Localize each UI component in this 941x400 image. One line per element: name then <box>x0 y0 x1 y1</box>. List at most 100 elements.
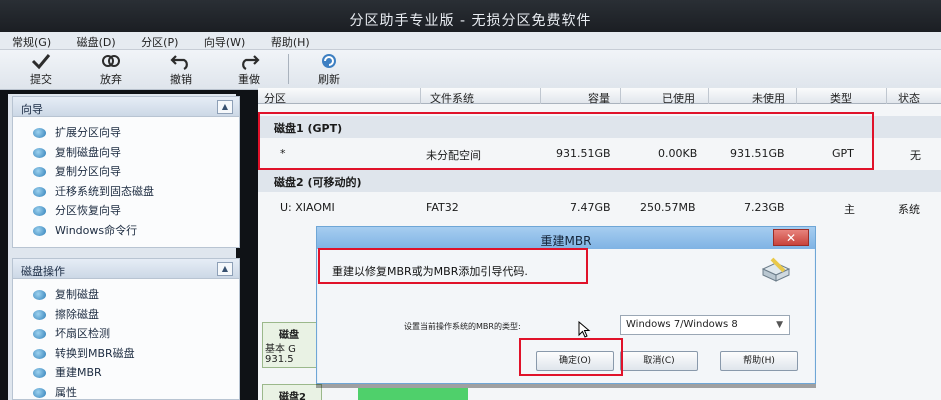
cell-status: 无 <box>910 149 921 162</box>
disk-map-card[interactable]: 磁盘 基本 G 931.5 <box>262 322 322 368</box>
menu-partition[interactable]: 分区(P) <box>141 32 178 50</box>
menu-wizard[interactable]: 向导(W) <box>204 32 245 50</box>
cancel-button[interactable]: 取消(C) <box>620 351 698 371</box>
mbr-type-label: 设置当前操作系统的MBR的类型: <box>404 322 521 331</box>
menu-general[interactable]: 常规(G) <box>12 32 51 50</box>
undo-icon <box>170 55 188 70</box>
sidebar-item-label: 转换到MBR磁盘 <box>55 346 135 360</box>
disk-icon <box>33 329 46 339</box>
disk-icon <box>33 290 46 300</box>
sidebar-item-properties[interactable]: 属性 <box>13 383 239 400</box>
cell-unused: 7.23GB <box>744 201 785 214</box>
refresh-button[interactable]: 刷新 <box>306 52 352 88</box>
highlight-box <box>318 248 588 284</box>
commit-button[interactable]: 提交 <box>18 52 64 88</box>
cell-filesystem: FAT32 <box>426 201 459 214</box>
col-partition[interactable]: 分区 <box>264 90 286 106</box>
sidebar-item-label: 复制分区向导 <box>55 165 121 178</box>
column-divider <box>620 88 621 104</box>
col-used[interactable]: 已使用 <box>662 90 695 106</box>
sidebar-item-copy-disk[interactable]: 复制磁盘 <box>13 285 239 305</box>
col-unused[interactable]: 未使用 <box>752 90 785 106</box>
discard-label: 放弃 <box>100 73 122 86</box>
undo-button[interactable]: 撤销 <box>158 52 204 88</box>
menu-disk[interactable]: 磁盘(D) <box>77 32 116 50</box>
column-divider <box>420 88 421 104</box>
redo-button[interactable]: 重做 <box>226 52 272 88</box>
refresh-label: 刷新 <box>318 73 340 86</box>
disk2-group-header[interactable]: 磁盘2 (可移动的) <box>258 170 941 192</box>
help-button[interactable]: 帮助(H) <box>720 351 798 371</box>
disk-ops-section-title: 磁盘操作 <box>21 265 65 278</box>
sidebar-item-label: 分区恢复向导 <box>55 204 121 217</box>
sidebar-item-migrate-os-ssd[interactable]: 迁移系统到固态磁盘 <box>13 182 239 202</box>
cell-capacity: 7.47GB <box>570 201 611 214</box>
column-divider <box>540 88 541 104</box>
toolbar-separator <box>288 54 289 84</box>
disk-card-title: 磁盘2 <box>279 392 306 400</box>
mbr-type-selected: Windows 7/Windows 8 <box>626 319 738 330</box>
cell-partition: U: XIAOMI <box>280 201 335 214</box>
sidebar-item-partition-recovery-wizard[interactable]: 分区恢复向导 <box>13 201 239 221</box>
dialog-title: 重建MBR <box>540 234 592 248</box>
commit-icon <box>31 54 51 70</box>
sidebar-item-label: 复制磁盘向导 <box>55 145 121 159</box>
sidebar-item-extend-partition-wizard[interactable]: 扩展分区向导 <box>13 123 239 143</box>
mbr-type-select[interactable]: Windows 7/Windows 8 ▼ <box>620 315 790 335</box>
wizard-section: 向导 ▲ 扩展分区向导 复制磁盘向导 复制分区向导 迁移系统到固态磁盘 分区恢复… <box>12 96 240 248</box>
table-header: 分区 文件系统 容量 已使用 未使用 类型 状态 <box>258 88 941 106</box>
disk-ops-section-header[interactable]: 磁盘操作 ▲ <box>13 259 239 279</box>
col-filesystem[interactable]: 文件系统 <box>430 90 474 106</box>
sidebar-item-copy-partition-wizard[interactable]: 复制分区向导 <box>13 162 239 182</box>
chevron-down-icon: ▼ <box>776 320 783 330</box>
redo-icon <box>242 55 260 70</box>
sidebar-item-label: 坏扇区检测 <box>55 327 110 340</box>
sidebar-item-label: 属性 <box>55 385 77 399</box>
close-button[interactable]: ✕ <box>773 229 809 246</box>
discard-button[interactable]: 放弃 <box>88 52 134 88</box>
undo-label: 撤销 <box>170 73 192 86</box>
col-capacity[interactable]: 容量 <box>588 90 610 106</box>
dialog-titlebar[interactable]: 重建MBR ✕ <box>317 227 815 249</box>
cell-status: 系统 <box>898 203 920 216</box>
sidebar-item-wipe-disk[interactable]: 擦除磁盘 <box>13 305 239 325</box>
sidebar-item-windows-cmd[interactable]: Windows命令行 <box>13 221 239 241</box>
discard-icon <box>102 55 120 67</box>
disk-icon <box>33 206 46 216</box>
col-status[interactable]: 状态 <box>898 90 920 106</box>
column-divider <box>886 88 887 104</box>
disk-map-card[interactable]: 磁盘2 <box>262 384 322 400</box>
sidebar-item-bad-sector-check[interactable]: 坏扇区检测 <box>13 324 239 344</box>
disk-icon <box>33 186 46 197</box>
sidebar-item-convert-mbr[interactable]: 转换到MBR磁盘 <box>13 344 239 364</box>
disk-icon <box>33 128 46 138</box>
column-divider <box>796 88 797 104</box>
menu-bar: 常规(G) 磁盘(D) 分区(P) 向导(W) 帮助(H) <box>0 32 941 50</box>
disk-icon <box>33 348 46 359</box>
cmd-icon <box>33 225 46 236</box>
sidebar-item-label: Windows命令行 <box>55 223 138 237</box>
sidebar-item-label: 扩展分区向导 <box>55 126 121 139</box>
cell-type: 主 <box>844 203 855 216</box>
disk-card-type: 基本 G <box>265 344 296 355</box>
cell-used: 250.57MB <box>640 201 696 214</box>
sidebar-item-label: 重建MBR <box>55 366 102 379</box>
menu-help[interactable]: 帮助(H) <box>271 32 310 50</box>
sidebar-item-copy-disk-wizard[interactable]: 复制磁盘向导 <box>13 143 239 163</box>
sidebar-item-label: 擦除磁盘 <box>55 307 99 321</box>
wizard-section-header[interactable]: 向导 ▲ <box>13 97 239 117</box>
window-titlebar: 分区助手专业版 - 无损分区免费软件 <box>0 0 941 34</box>
table-row[interactable]: U: XIAOMI FAT32 7.47GB 250.57MB 7.23GB 主… <box>258 194 941 220</box>
wizard-section-title: 向导 <box>21 103 43 116</box>
collapse-icon[interactable]: ▲ <box>217 100 233 114</box>
highlight-box <box>258 112 874 170</box>
collapse-icon[interactable]: ▲ <box>217 262 233 276</box>
refresh-icon <box>322 54 336 68</box>
partition-usage-bar <box>358 388 468 400</box>
disk-icon <box>33 167 46 177</box>
col-type[interactable]: 类型 <box>830 90 852 106</box>
eraser-icon <box>33 309 46 320</box>
sidebar-item-label: 复制磁盘 <box>55 288 99 301</box>
sidebar-item-rebuild-mbr[interactable]: 重建MBR <box>13 363 239 383</box>
disk-repair-icon <box>761 257 791 282</box>
